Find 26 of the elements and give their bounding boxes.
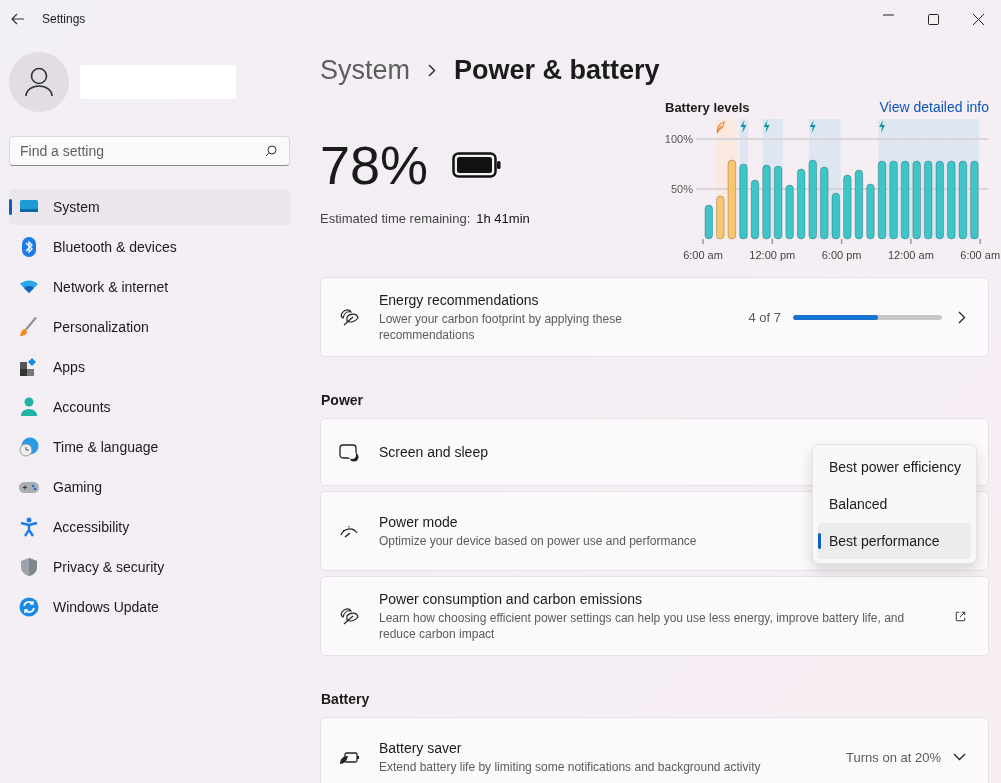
axis-label: 6:00 am <box>960 249 1001 261</box>
card-title: Energy recommendations <box>379 291 540 308</box>
page-title: Power & battery <box>454 54 660 86</box>
card-description: Lower your carbon footprint by applying these recommendations <box>379 310 623 343</box>
axis-label: 12:00 am <box>887 249 934 261</box>
axis-label: 100% <box>664 133 693 145</box>
card-value: Turns on at 20% <box>846 749 941 765</box>
card-description: Extend battery life by limiting some notifications and background activity <box>379 758 761 775</box>
section-heading: Power <box>321 392 364 408</box>
card-title: Battery saver <box>379 739 463 756</box>
card-description: Optimize your device based on power use and performance <box>379 532 697 549</box>
window-title: Settings <box>42 12 86 26</box>
card-title: Power mode <box>379 513 459 530</box>
estimate-label: Estimated time remaining: <box>320 211 471 226</box>
card-title: Screen and sleep <box>379 444 488 460</box>
chart-title: Battery levels <box>665 99 750 115</box>
estimate-value: 1h 41min <box>476 211 530 226</box>
axis-label: 12:00 pm <box>749 249 796 261</box>
section-heading: Battery <box>321 691 371 707</box>
progress-text: 4 of 7 <box>748 309 781 325</box>
battery-percentage: 78% <box>320 134 429 197</box>
card-title: Power consumption and carbon emissions <box>379 590 644 607</box>
axis-label: 6:00 pm <box>821 249 862 261</box>
card-description: Learn how choosing efficient power settings can help you use less energy, improve battery life, and reduce carbon impact <box>379 609 906 642</box>
axis-label: 50% <box>670 183 693 195</box>
axis-label: 6:00 am <box>683 249 723 261</box>
